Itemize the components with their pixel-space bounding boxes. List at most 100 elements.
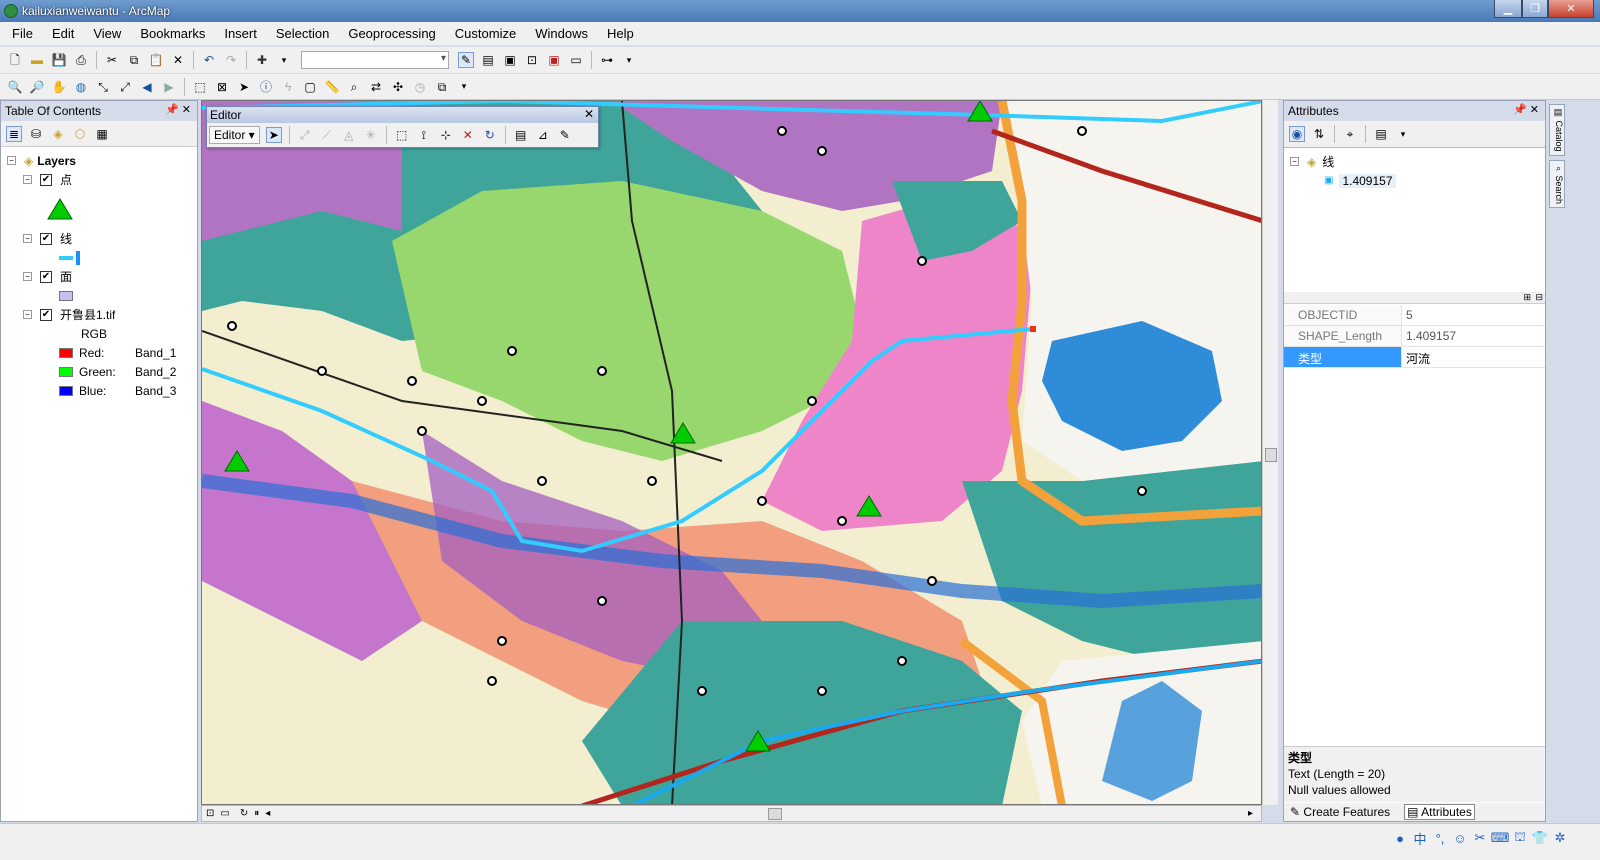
map-scale-combo[interactable] — [301, 51, 449, 69]
find-route-icon[interactable]: ⇄ — [368, 79, 384, 95]
rotate-tool-icon[interactable]: ↻ — [482, 127, 498, 143]
full-extent-globe-icon[interactable]: ◍ — [73, 79, 89, 95]
select-elements-pointer-icon[interactable]: ➤ — [236, 79, 252, 95]
vertical-scroll-thumb[interactable] — [1265, 448, 1277, 462]
go-to-xy-icon[interactable]: ✣ — [390, 79, 406, 95]
layer-line[interactable]: − ✔ 线 — [7, 229, 197, 248]
sort-fields-icon[interactable]: ⇅ — [1311, 126, 1327, 142]
cut-polygons-icon[interactable]: ⊹ — [438, 127, 454, 143]
zoom-in-icon[interactable]: 🔍 — [7, 79, 23, 95]
close-button[interactable]: ✕ — [1548, 0, 1594, 18]
layout-view-icon[interactable]: ▭ — [220, 808, 229, 819]
print-icon[interactable]: ⎙ — [73, 52, 89, 68]
attr-layer-node[interactable]: − ◈ 线 — [1290, 152, 1545, 171]
redo-icon[interactable]: ↷ — [223, 52, 239, 68]
tools-options-icon[interactable]: ▾ — [456, 79, 472, 95]
attr-row-objectid[interactable]: OBJECTID 5 — [1284, 305, 1545, 326]
ime-emoji-icon[interactable]: ☺ — [1450, 828, 1470, 848]
list-by-selection-icon[interactable]: ⬡ — [72, 126, 88, 142]
menu-windows[interactable]: Windows — [523, 26, 595, 41]
layer-line-checkbox[interactable]: ✔ — [40, 232, 52, 245]
list-by-source-icon[interactable]: ⛁ — [28, 126, 44, 142]
edit-annotation-icon[interactable]: ⤢ — [297, 127, 313, 143]
list-by-visibility-icon[interactable]: ◈ — [50, 126, 66, 142]
undo-icon[interactable]: ↶ — [201, 52, 217, 68]
python-window-icon[interactable]: ▭ — [568, 52, 584, 68]
attr-splitter[interactable]: ⊞ ⊟ — [1284, 292, 1545, 304]
scroll-left-icon[interactable]: ◂ — [265, 808, 270, 819]
hyperlink-lightning-icon[interactable]: ϟ — [280, 79, 296, 95]
menu-view[interactable]: View — [81, 26, 128, 41]
menu-file[interactable]: File — [0, 26, 40, 41]
sketch-properties-icon[interactable]: ⊿ — [535, 127, 551, 143]
ime-settings-icon[interactable]: ✲ — [1550, 828, 1570, 848]
pause-drawing-icon[interactable]: ⏸ — [254, 808, 259, 819]
editor-menu-button[interactable]: Editor ▾ — [209, 126, 260, 144]
copy-icon[interactable]: ⧉ — [126, 52, 142, 68]
layer-polygon[interactable]: − ✔ 面 — [7, 267, 197, 286]
line-symbol[interactable] — [7, 248, 197, 267]
split-tool-icon[interactable]: ✕ — [460, 127, 476, 143]
list-by-drawing-order-icon[interactable]: ≣ — [6, 125, 22, 142]
open-folder-icon[interactable]: ▬ — [29, 52, 45, 68]
model-builder-icon[interactable]: ⊶ — [599, 52, 615, 68]
attr-close-icon[interactable]: ✕ — [1530, 104, 1539, 116]
data-view-icon[interactable]: ⊡ — [206, 808, 214, 819]
map-vertical-scrollbar[interactable] — [1262, 100, 1278, 805]
identify-info-icon[interactable]: ⓘ — [258, 79, 274, 95]
layer-point-checkbox[interactable]: ✔ — [40, 173, 52, 186]
forward-arrow-icon[interactable]: ▶ — [161, 79, 177, 95]
point-tool-icon[interactable]: ✳ — [363, 127, 379, 143]
reshape-feature-icon[interactable]: ⟟ — [416, 127, 432, 143]
time-slider-icon[interactable]: ◷ — [412, 79, 428, 95]
attr-options-dropdown-icon[interactable]: ▾ — [1395, 126, 1411, 142]
attr-expand-icon[interactable]: ⊟ — [1535, 292, 1543, 303]
map-view[interactable] — [201, 100, 1262, 805]
edit-vertices-icon[interactable]: ⬚ — [394, 127, 410, 143]
menu-customize[interactable]: Customize — [443, 26, 523, 41]
measure-ruler-icon[interactable]: 📏 — [324, 79, 340, 95]
pan-hand-icon[interactable]: ✋ — [51, 79, 67, 95]
viewer-window-icon[interactable]: ⧉ — [434, 79, 450, 95]
search-side-tab[interactable]: ⌕ Search — [1549, 159, 1565, 208]
editor-titlebar[interactable]: Editor ✕ — [207, 107, 598, 123]
back-arrow-icon[interactable]: ◀ — [139, 79, 155, 95]
attributes-window-icon[interactable]: ▤ — [513, 127, 529, 143]
fixed-zoom-in-icon[interactable]: ⤡ — [95, 79, 111, 95]
edit-tool-arrow-icon[interactable]: ➤ — [265, 127, 282, 143]
layer-raster-checkbox[interactable]: ✔ — [40, 308, 52, 321]
menu-bookmarks[interactable]: Bookmarks — [128, 26, 212, 41]
create-features-icon[interactable]: ✎ — [557, 127, 573, 143]
select-features-icon[interactable]: ⬚ — [192, 79, 208, 95]
layer-polygon-checkbox[interactable]: ✔ — [40, 270, 52, 283]
attr-sort-icon[interactable]: ⊞ — [1523, 292, 1531, 303]
point-symbol[interactable] — [7, 189, 197, 229]
find-binoculars-icon[interactable]: ⌕ — [346, 79, 362, 95]
horizontal-scroll-thumb[interactable] — [768, 808, 782, 820]
cut-icon[interactable]: ✂ — [104, 52, 120, 68]
show-selection-icon[interactable]: ◉ — [1289, 126, 1305, 142]
catalog-side-tab[interactable]: ▤ Catalog — [1549, 104, 1565, 156]
ime-skin-icon[interactable]: ⛫ — [1510, 828, 1530, 848]
search-window-icon[interactable]: ⊡ — [524, 52, 540, 68]
menu-insert[interactable]: Insert — [212, 26, 264, 41]
attr-feature-node[interactable]: ▣ 1.409157 — [1290, 171, 1545, 190]
flash-feature-icon[interactable]: ⌖ — [1342, 126, 1358, 142]
editor-close-icon[interactable]: ✕ — [584, 107, 594, 121]
construction-tools-icon[interactable]: ◬ — [341, 127, 357, 143]
ime-scissors-icon[interactable]: ✂ — [1470, 828, 1490, 848]
layers-root[interactable]: − ◈ Layers — [7, 151, 197, 170]
menu-help[interactable]: Help — [595, 26, 641, 41]
paste-icon[interactable]: 📋 — [148, 52, 164, 68]
map-canvas[interactable] — [202, 101, 1262, 805]
fixed-zoom-out-icon[interactable]: ⤢ — [117, 79, 133, 95]
attr-row-type[interactable]: 类型 河流 — [1284, 347, 1545, 368]
toc-close-icon[interactable]: ✕ — [182, 104, 191, 116]
straight-segment-icon[interactable]: ⟋ — [319, 127, 335, 143]
layer-point[interactable]: − ✔ 点 — [7, 170, 197, 189]
ime-user-icon[interactable]: ● — [1390, 828, 1410, 848]
ime-keyboard-icon[interactable]: ⌨ — [1490, 828, 1510, 848]
ime-shirt-icon[interactable]: 👕 — [1530, 828, 1550, 848]
add-data-icon[interactable]: ✚ — [254, 52, 270, 68]
attr-pin-icon[interactable]: 📌 — [1513, 104, 1527, 116]
